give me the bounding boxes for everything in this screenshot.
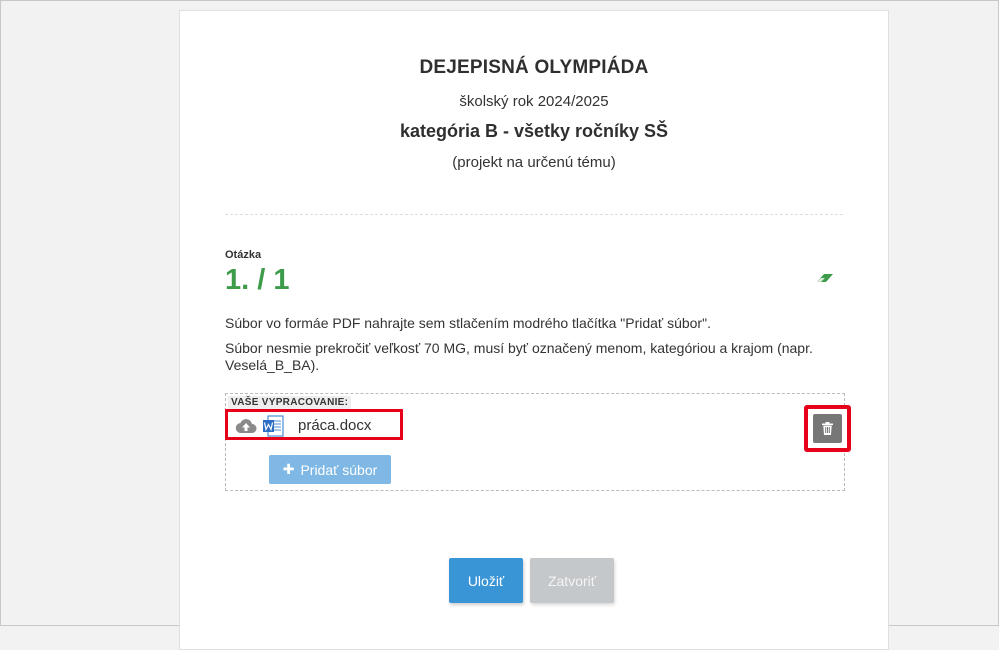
word-document-icon xyxy=(263,415,284,437)
plus-icon: ✚ xyxy=(282,461,295,477)
eraser-icon[interactable] xyxy=(816,268,834,286)
answer-label: VAŠE VYPRACOVANIE: xyxy=(228,396,352,409)
close-button[interactable]: Zatvoriť xyxy=(530,558,614,603)
category-heading: kategória B - všetky ročníky SŠ xyxy=(399,121,669,141)
cloud-upload-icon xyxy=(235,419,257,434)
instruction-text-2: Súbor nesmie prekročiť veľkosť 70 MG, mu… xyxy=(225,340,813,373)
save-button[interactable]: Uložiť xyxy=(449,558,523,603)
add-file-label: Pridať súbor xyxy=(300,461,378,478)
uploaded-file-item[interactable]: práca.docx xyxy=(225,409,403,440)
delete-file-button[interactable] xyxy=(813,414,842,443)
olympiad-form-card: DEJEPISNÁ OLYMPIÁDA školský rok 2024/202… xyxy=(179,10,889,650)
instruction-text-1: Súbor vo formáe PDF nahrajte sem stlačen… xyxy=(225,315,711,331)
add-file-button[interactable]: ✚ Pridať súbor xyxy=(269,455,391,484)
school-year: školský rok 2024/2025 xyxy=(459,93,609,110)
trash-icon xyxy=(822,422,833,435)
divider xyxy=(225,214,843,215)
answer-section: VAŠE VYPRACOVANIE: práca.docx ✚ Pridať s… xyxy=(225,393,851,491)
delete-highlight xyxy=(804,405,851,452)
page-title: DEJEPISNÁ OLYMPIÁDA xyxy=(419,57,649,78)
question-number: 1. / 1 xyxy=(225,264,290,296)
file-name: práca.docx xyxy=(298,417,372,434)
question-label: Otázka xyxy=(225,249,262,261)
project-subtitle: (projekt na určenú tému) xyxy=(452,154,616,171)
